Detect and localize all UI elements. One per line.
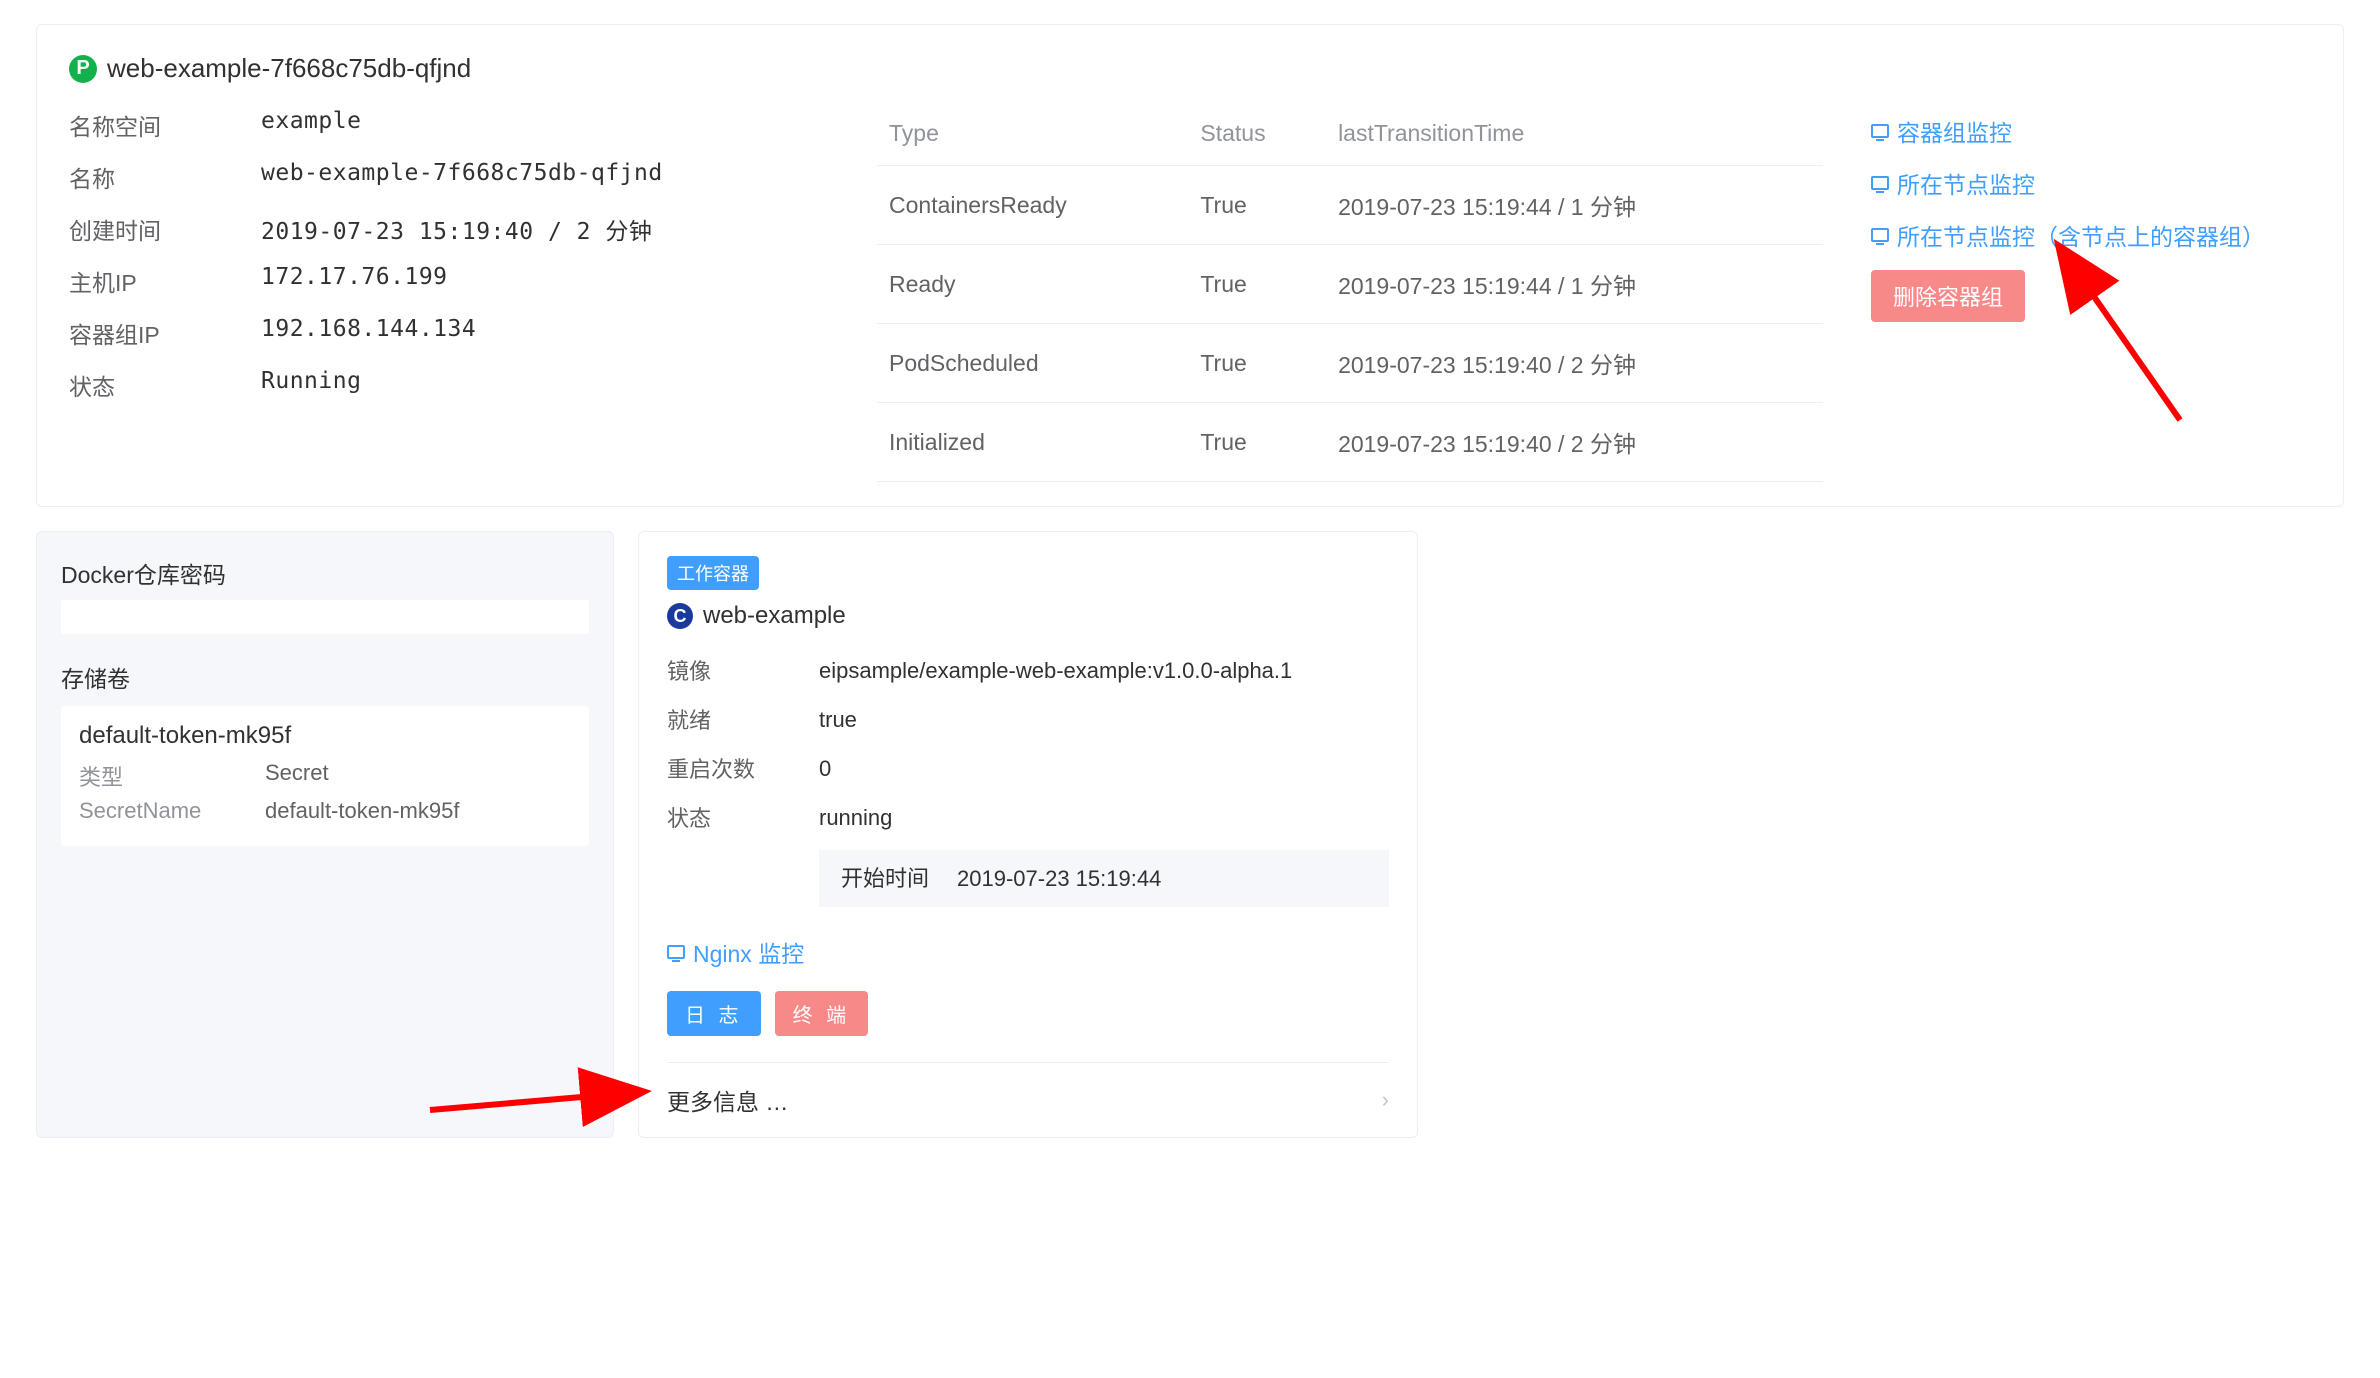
side-panel: Docker仓库密码 存储卷 default-token-mk95f 类型 Se… [36,531,614,1138]
cell-status: True [1188,324,1326,403]
pod-summary-card: P web-example-7f668c75db-qfjnd 名称空间examp… [36,24,2344,507]
status-value: Running [261,368,361,402]
volume-secret-label: SecretName [79,798,265,824]
start-time-box: 开始时间 2019-07-23 15:19:44 [819,850,1389,907]
node-monitor-link[interactable]: 所在节点监控 [1871,166,2311,200]
cell-status: True [1188,245,1326,324]
action-column: 容器组监控 所在节点监控 所在节点监控（含节点上的容器组） 删除容器组 [1871,108,2311,482]
pod-monitor-label: 容器组监控 [1897,114,2012,148]
node-monitor-with-pods-link[interactable]: 所在节点监控（含节点上的容器组） [1871,218,2311,252]
start-time-label: 开始时间 [841,862,929,895]
logs-button[interactable]: 日 志 [667,991,761,1036]
pod-badge-icon: P [69,55,97,83]
more-info-row[interactable]: 更多信息 … › [667,1062,1389,1137]
pod-title-row: P web-example-7f668c75db-qfjnd [69,53,2311,84]
pod-ip-label: 容器组IP [69,316,261,350]
col-time: lastTransitionTime [1326,108,1823,166]
monitor-icon [1871,124,1889,138]
container-title-row: C web-example [667,602,1389,630]
nginx-monitor-label: Nginx 监控 [693,935,804,969]
container-badge-icon: C [667,603,693,629]
namespace-value: example [261,108,361,142]
host-ip-value: 172.17.76.199 [261,264,448,298]
cell-type: PodScheduled [877,324,1188,403]
cell-status: True [1188,166,1326,245]
container-tag: 工作容器 [667,556,759,590]
status-table: Type Status lastTransitionTime Container… [877,108,1823,482]
restarts-label: 重启次数 [667,752,819,785]
container-card: 工作容器 C web-example 镜像 eipsample/example-… [638,531,1418,1138]
col-status: Status [1188,108,1326,166]
monitor-icon [1871,176,1889,190]
status-table-wrapper: Type Status lastTransitionTime Container… [877,108,1823,482]
pod-name-title: web-example-7f668c75db-qfjnd [107,53,471,84]
cell-time: 2019-07-23 15:19:44 / 1 分钟 [1326,245,1823,324]
status-label: 状态 [69,368,261,402]
col-type: Type [877,108,1188,166]
name-label: 名称 [69,160,261,194]
monitor-icon [1871,228,1889,242]
volume-name: default-token-mk95f [79,722,571,750]
namespace-label: 名称空间 [69,108,261,142]
ready-value: true [819,703,1389,736]
terminal-button[interactable]: 终 端 [775,991,869,1036]
created-label: 创建时间 [69,212,261,246]
table-row: Ready True 2019-07-23 15:19:44 / 1 分钟 [877,245,1823,324]
start-time-value: 2019-07-23 15:19:44 [957,862,1161,895]
cell-time: 2019-07-23 15:19:44 / 1 分钟 [1326,166,1823,245]
volume-type-label: 类型 [79,760,265,792]
volumes-heading: 存储卷 [61,660,589,694]
table-row: PodScheduled True 2019-07-23 15:19:40 / … [877,324,1823,403]
state-label: 状态 [667,801,819,834]
cell-type: Initialized [877,403,1188,482]
node-monitor-label: 所在节点监控 [1897,166,2035,200]
monitor-icon [667,945,685,959]
host-ip-label: 主机IP [69,264,261,298]
volume-type-value: Secret [265,760,329,792]
image-value: eipsample/example-web-example:v1.0.0-alp… [819,654,1389,687]
table-row: ContainersReady True 2019-07-23 15:19:44… [877,166,1823,245]
created-value: 2019-07-23 15:19:40 / 2 分钟 [261,212,652,246]
cell-status: True [1188,403,1326,482]
volume-secret-value: default-token-mk95f [265,798,459,824]
pod-monitor-link[interactable]: 容器组监控 [1871,114,2311,148]
cell-time: 2019-07-23 15:19:40 / 2 分钟 [1326,403,1823,482]
state-value: running [819,801,1389,834]
node-monitor-with-pods-label: 所在节点监控（含节点上的容器组） [1897,218,2265,252]
docker-secret-empty [61,600,589,634]
cell-time: 2019-07-23 15:19:40 / 2 分钟 [1326,324,1823,403]
pod-fields: 名称空间example 名称web-example-7f668c75db-qfj… [69,108,829,482]
ready-label: 就绪 [667,703,819,736]
volume-item: default-token-mk95f 类型 Secret SecretName… [61,706,589,846]
start-spacer [667,850,819,907]
restarts-value: 0 [819,752,1389,785]
delete-pod-button[interactable]: 删除容器组 [1871,270,2025,322]
cell-type: ContainersReady [877,166,1188,245]
nginx-monitor-link[interactable]: Nginx 监控 [667,935,804,969]
chevron-right-icon: › [1382,1087,1389,1113]
table-row: Initialized True 2019-07-23 15:19:40 / 2… [877,403,1823,482]
name-value: web-example-7f668c75db-qfjnd [261,160,663,194]
pod-ip-value: 192.168.144.134 [261,316,476,350]
cell-type: Ready [877,245,1188,324]
docker-secret-heading: Docker仓库密码 [61,556,589,590]
more-info-label: 更多信息 … [667,1083,788,1117]
image-label: 镜像 [667,654,819,687]
container-name: web-example [703,602,846,630]
